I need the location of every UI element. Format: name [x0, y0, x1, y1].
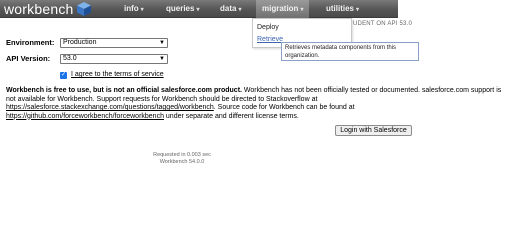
- chevron-down-icon: ▾: [300, 7, 304, 13]
- github-link[interactable]: https://github.com/forceworkbench/forcew…: [6, 113, 164, 120]
- page-footer: Requested in 0.003 sec Workbench 54.0.0: [140, 152, 224, 166]
- disclaimer-text: Workbench is free to use, but is not an …: [6, 87, 506, 121]
- nav-queries-label: queries: [166, 4, 195, 13]
- nav-utilities-label: utilities: [326, 4, 355, 13]
- disclaimer-part2: . Source code for Workbench can be found…: [213, 104, 355, 111]
- chevron-down-icon: ▾: [140, 7, 144, 13]
- chevron-down-icon: ▾: [238, 7, 242, 13]
- workbench-version: Workbench 54.0.0: [159, 159, 205, 165]
- login-with-salesforce-button[interactable]: Login with Salesforce: [335, 125, 412, 136]
- chevron-down-icon: ▼: [159, 56, 165, 62]
- terms-checkbox[interactable]: ✓: [60, 72, 67, 79]
- api-version-select[interactable]: 53.0 ▼: [60, 54, 168, 64]
- chevron-down-icon: ▾: [196, 7, 200, 13]
- top-nav-bar: workbench info ▾ queries ▾ data ▾ migration…: [0, 0, 398, 18]
- nav-info[interactable]: info ▾: [124, 0, 144, 18]
- nav-info-label: info: [124, 4, 139, 13]
- nav-queries[interactable]: queries ▾: [166, 0, 199, 18]
- cube-logo-icon: [76, 2, 91, 16]
- menu-item-deploy[interactable]: Deploy: [257, 24, 279, 31]
- checkmark-icon: ✓: [60, 72, 67, 78]
- terms-of-service-link[interactable]: I agree to the terms of service: [71, 71, 164, 78]
- stackexchange-link[interactable]: https://salesforce.stackexchange.com/que…: [6, 104, 214, 111]
- menu-item-retrieve[interactable]: Retrieve: [257, 36, 283, 43]
- api-version-label: API Version:: [6, 54, 51, 63]
- chevron-down-icon: ▼: [159, 40, 165, 46]
- environment-value: Production: [63, 39, 97, 46]
- user-info-text: UDENT ON API 53.0: [353, 21, 412, 27]
- environment-label: Environment:: [6, 38, 55, 47]
- retrieve-tooltip: Retrieves metadata components from this …: [281, 42, 419, 61]
- nav-data-label: data: [220, 4, 237, 13]
- environment-select[interactable]: Production ▼: [60, 38, 168, 48]
- disclaimer-part3: under separate and different license ter…: [163, 112, 299, 120]
- nav-utilities[interactable]: utilities ▾: [326, 0, 359, 18]
- logo-text: workbench: [4, 1, 74, 17]
- disclaimer-bold: Workbench is free to use, but is not an …: [6, 87, 242, 94]
- nav-migration-label: migration: [262, 4, 299, 13]
- api-version-value: 53.0: [63, 55, 77, 62]
- request-time: Requested in 0.003 sec: [153, 152, 211, 158]
- workbench-logo[interactable]: workbench: [4, 1, 92, 17]
- chevron-down-icon: ▾: [356, 7, 360, 13]
- nav-data[interactable]: data ▾: [220, 0, 241, 18]
- nav-migration[interactable]: migration ▾: [256, 0, 310, 18]
